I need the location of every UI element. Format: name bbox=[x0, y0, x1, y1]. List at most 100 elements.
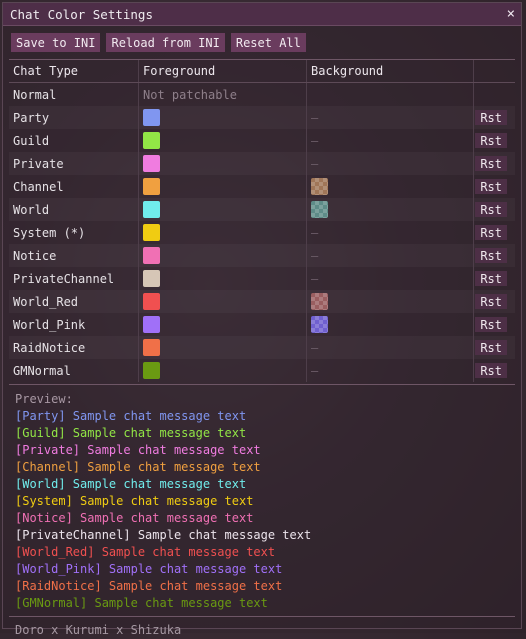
reset-row-button[interactable]: Rst bbox=[475, 340, 507, 355]
title-bar[interactable]: Chat Color Settings × bbox=[3, 3, 521, 26]
background-color-swatch[interactable] bbox=[311, 178, 328, 195]
no-background-dash: – bbox=[311, 156, 319, 171]
foreground-cell bbox=[139, 175, 307, 198]
preview-line: [Private] Sample chat message text bbox=[15, 443, 261, 457]
actions-cell: Rst bbox=[474, 336, 515, 359]
preview-label: Preview: bbox=[15, 392, 73, 406]
preview-line: [RaidNotice] Sample chat message text bbox=[15, 579, 283, 593]
foreground-cell bbox=[139, 244, 307, 267]
foreground-cell: Not patchable bbox=[139, 83, 307, 106]
foreground-cell bbox=[139, 359, 307, 382]
foreground-color-swatch[interactable] bbox=[143, 201, 160, 218]
foreground-color-swatch[interactable] bbox=[143, 178, 160, 195]
reset-row-button[interactable]: Rst bbox=[475, 179, 507, 194]
background-cell bbox=[307, 198, 474, 221]
table-row: RaidNotice – Rst bbox=[9, 336, 515, 359]
chat-type-label: World_Red bbox=[9, 290, 139, 313]
actions-cell: Rst bbox=[474, 152, 515, 175]
foreground-color-swatch[interactable] bbox=[143, 316, 160, 333]
no-background-dash: – bbox=[311, 340, 319, 355]
actions-cell: Rst bbox=[474, 198, 515, 221]
table-row: GMNormal – Rst bbox=[9, 359, 515, 382]
background-cell: – bbox=[307, 359, 474, 382]
chat-color-table: Chat Type Foreground Background Normal No… bbox=[9, 60, 515, 382]
no-background-dash: – bbox=[311, 248, 319, 263]
foreground-color-swatch[interactable] bbox=[143, 155, 160, 172]
preview-line: [PrivateChannel] Sample chat message tex… bbox=[15, 528, 312, 542]
preview-line: [Channel] Sample chat message text bbox=[15, 460, 261, 474]
chat-type-label: Guild bbox=[9, 129, 139, 152]
reset-row-button[interactable]: Rst bbox=[475, 363, 507, 378]
reset-row-button[interactable]: Rst bbox=[475, 156, 507, 171]
not-patchable-label: Not patchable bbox=[143, 87, 237, 102]
preview-line: [World_Pink] Sample chat message text bbox=[15, 562, 283, 576]
footer-credits: Doro x Kurumi x Shizuka bbox=[15, 623, 182, 637]
table-row: Channel Rst bbox=[9, 175, 515, 198]
preview-line: [GMNormal] Sample chat message text bbox=[15, 596, 268, 610]
divider bbox=[9, 384, 515, 385]
actions-cell: Rst bbox=[474, 267, 515, 290]
reset-row-button[interactable]: Rst bbox=[475, 248, 507, 263]
table-header: Chat Type Foreground Background bbox=[9, 60, 515, 83]
no-background-dash: – bbox=[311, 271, 319, 286]
reset-row-button[interactable]: Rst bbox=[475, 271, 507, 286]
chat-type-label: World_Pink bbox=[9, 313, 139, 336]
reset-row-button[interactable]: Rst bbox=[475, 294, 507, 309]
actions-cell bbox=[474, 83, 515, 106]
actions-cell: Rst bbox=[474, 106, 515, 129]
preview-line: [Party] Sample chat message text bbox=[15, 409, 247, 423]
foreground-cell bbox=[139, 106, 307, 129]
chat-type-label: Party bbox=[9, 106, 139, 129]
background-color-swatch[interactable] bbox=[311, 293, 328, 310]
divider bbox=[9, 616, 515, 617]
preview-line: [System] Sample chat message text bbox=[15, 494, 254, 508]
reset-row-button[interactable]: Rst bbox=[475, 317, 507, 332]
foreground-cell bbox=[139, 129, 307, 152]
actions-cell: Rst bbox=[474, 175, 515, 198]
header-chat-type: Chat Type bbox=[9, 60, 139, 82]
preview-line: [Guild] Sample chat message text bbox=[15, 426, 247, 440]
chat-type-label: Channel bbox=[9, 175, 139, 198]
reset-row-button[interactable]: Rst bbox=[475, 202, 507, 217]
foreground-color-swatch[interactable] bbox=[143, 339, 160, 356]
background-cell: – bbox=[307, 221, 474, 244]
reset-all-button[interactable]: Reset All bbox=[230, 33, 306, 52]
chat-type-label: Notice bbox=[9, 244, 139, 267]
foreground-cell bbox=[139, 267, 307, 290]
background-cell: – bbox=[307, 267, 474, 290]
chat-type-label: System (*) bbox=[9, 221, 139, 244]
foreground-color-swatch[interactable] bbox=[143, 362, 160, 379]
actions-cell: Rst bbox=[474, 313, 515, 336]
reset-row-button[interactable]: Rst bbox=[475, 110, 507, 125]
foreground-cell bbox=[139, 152, 307, 175]
foreground-color-swatch[interactable] bbox=[143, 293, 160, 310]
foreground-color-swatch[interactable] bbox=[143, 109, 160, 126]
background-color-swatch[interactable] bbox=[311, 201, 328, 218]
actions-cell: Rst bbox=[474, 244, 515, 267]
table-row: World_Pink Rst bbox=[9, 313, 515, 336]
table-row: Guild – Rst bbox=[9, 129, 515, 152]
preview-panel: Preview: [Party] Sample chat message tex… bbox=[3, 391, 521, 612]
close-icon[interactable]: × bbox=[507, 7, 515, 21]
no-background-dash: – bbox=[311, 110, 319, 125]
reset-row-button[interactable]: Rst bbox=[475, 133, 507, 148]
foreground-color-swatch[interactable] bbox=[143, 270, 160, 287]
foreground-color-swatch[interactable] bbox=[143, 132, 160, 149]
background-cell bbox=[307, 175, 474, 198]
background-cell: – bbox=[307, 336, 474, 359]
background-cell bbox=[307, 313, 474, 336]
foreground-cell bbox=[139, 313, 307, 336]
reload-from-ini-button[interactable]: Reload from INI bbox=[106, 33, 225, 52]
background-color-swatch[interactable] bbox=[311, 316, 328, 333]
no-background-dash: – bbox=[311, 225, 319, 240]
reset-row-button[interactable]: Rst bbox=[475, 225, 507, 240]
foreground-color-swatch[interactable] bbox=[143, 224, 160, 241]
background-cell: – bbox=[307, 106, 474, 129]
save-to-ini-button[interactable]: Save to INI bbox=[11, 33, 101, 52]
actions-cell: Rst bbox=[474, 221, 515, 244]
background-cell: – bbox=[307, 152, 474, 175]
chat-type-label: Normal bbox=[9, 83, 139, 106]
foreground-color-swatch[interactable] bbox=[143, 247, 160, 264]
chat-type-label: GMNormal bbox=[9, 359, 139, 382]
preview-line: [Notice] Sample chat message text bbox=[15, 511, 254, 525]
